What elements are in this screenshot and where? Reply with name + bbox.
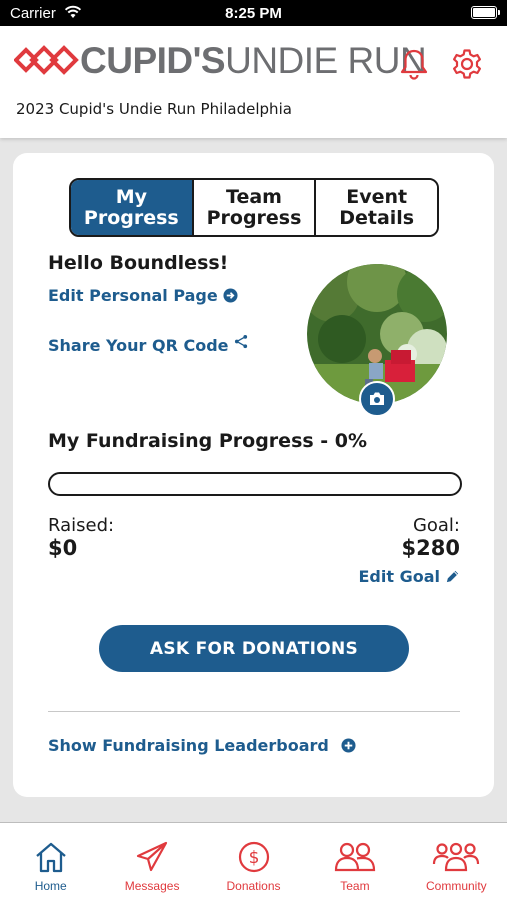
raised-amount: $0 [48,536,78,560]
show-leaderboard-link[interactable]: Show Fundraising Leaderboard [48,736,356,755]
nav-messages[interactable]: Messages [101,823,202,900]
app-header: CUPID'S UNDIE RUN 2023 Cupid's Undie Run… [0,26,507,138]
progress-card: My Progress Team Progress Event Details … [13,153,494,797]
greeting: Hello Boundless! [48,252,229,274]
share-icon [234,334,247,349]
goal-label: Goal: [412,515,460,536]
edit-goal-link[interactable]: Edit Goal [359,567,461,586]
event-name: 2023 Cupid's Undie Run Philadelphia [16,100,292,118]
fundraising-progress-title: My Fundraising Progress - 0% [48,430,368,452]
edit-personal-page-label: Edit Personal Page [48,286,218,305]
nav-donations-label: Donations [226,879,281,893]
change-photo-button[interactable] [359,381,395,417]
tab-team-progress[interactable]: Team Progress [193,180,317,235]
nav-messages-label: Messages [124,879,180,893]
gear-icon[interactable] [450,47,484,81]
status-bar: Carrier 8:25 PM [0,0,507,26]
cupids-undie-run-logo: CUPID'S UNDIE RUN [14,39,427,81]
segmented-tabs: My Progress Team Progress Event Details [69,178,439,237]
nav-home[interactable]: Home [0,823,101,900]
logo-word-2: UNDIE RUN [225,39,427,81]
team-icon [334,842,376,872]
show-leaderboard-label: Show Fundraising Leaderboard [48,736,329,755]
arrow-circle-right-icon [223,288,238,303]
paper-plane-icon [137,841,168,872]
camera-icon [370,392,384,405]
plus-circle-icon [341,738,356,753]
nav-team[interactable]: Team [304,823,405,900]
bell-icon[interactable] [397,47,431,81]
raised-label: Raised: [48,515,115,536]
edit-goal-label: Edit Goal [358,567,441,586]
home-icon [35,842,66,873]
edit-personal-page-link[interactable]: Edit Personal Page [48,286,238,305]
battery-icon [471,6,500,19]
nav-community-label: Community [425,879,487,893]
dollar-circle-icon: $ [238,841,269,873]
pencil-icon [446,570,459,583]
tab-event-details[interactable]: Event Details [316,180,437,235]
nav-team-label: Team [340,879,370,893]
svg-text:$: $ [248,848,259,868]
nav-home-label: Home [34,879,67,893]
fundraising-progress-bar [48,472,462,496]
logo-word-1: CUPID'S [80,39,226,81]
nav-donations[interactable]: $ Donations [203,823,304,900]
goal-amount: $280 [401,536,460,560]
share-qr-code-label: Share Your QR Code [48,336,229,355]
clock: 8:25 PM [225,5,282,22]
share-qr-code-link[interactable]: Share Your QR Code [48,334,249,355]
bottom-nav: Home Messages $ Donations Team Community [0,822,507,900]
community-icon [433,842,480,872]
divider [48,711,460,712]
nav-community[interactable]: Community [406,823,507,900]
tab-my-progress[interactable]: My Progress [71,180,194,235]
ask-for-donations-button[interactable]: ASK FOR DONATIONS [99,625,409,672]
double-heart-logo-icon [14,45,79,75]
